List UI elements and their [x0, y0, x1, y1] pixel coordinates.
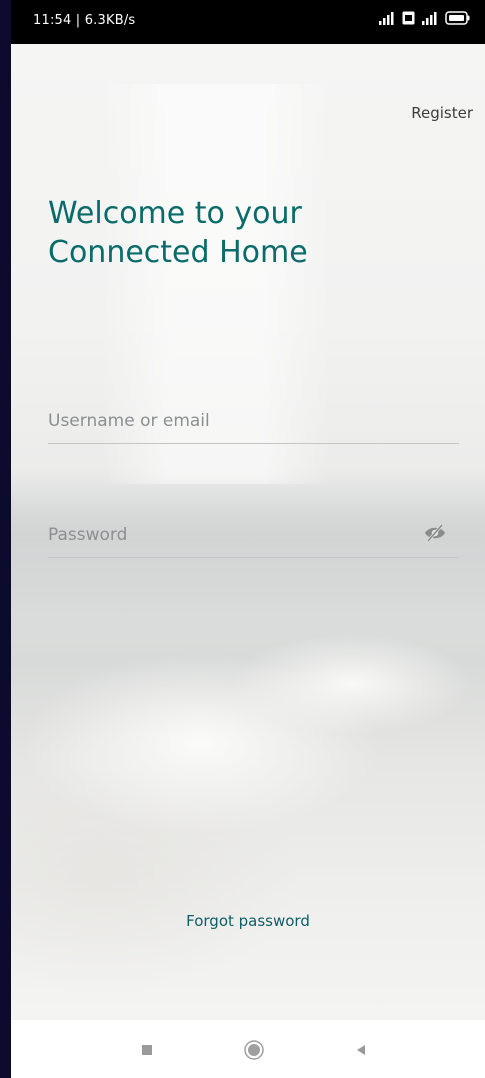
recents-icon[interactable] [135, 1038, 159, 1062]
status-time-speed: 11:54 | 6.3KB/s [33, 13, 136, 28]
status-icons [378, 11, 471, 25]
welcome-title-line1: Welcome to your [48, 196, 302, 231]
password-field [48, 513, 459, 558]
status-bar: 11:54 | 6.3KB/s [11, 0, 485, 44]
eye-off-icon[interactable] [423, 523, 447, 543]
signal-icon [379, 12, 394, 25]
username-field [48, 399, 459, 444]
password-input[interactable] [48, 521, 408, 549]
register-link[interactable]: Register [411, 104, 473, 122]
signal-icon [422, 12, 437, 25]
welcome-title: Welcome to your Connected Home [48, 194, 428, 272]
phone-screen: 11:54 | 6.3KB/s Register Welcome to your… [11, 0, 485, 1078]
welcome-title-line2: Connected Home [48, 235, 308, 270]
forgot-password-link[interactable]: Forgot password [11, 912, 485, 930]
login-screen: Register Welcome to your Connected Home … [11, 44, 485, 1020]
back-icon[interactable] [349, 1038, 373, 1062]
battery-icon [445, 11, 470, 25]
sim-icon [402, 11, 415, 25]
navigation-bar [11, 1020, 485, 1078]
home-icon[interactable] [242, 1038, 266, 1062]
username-input[interactable] [48, 407, 408, 435]
